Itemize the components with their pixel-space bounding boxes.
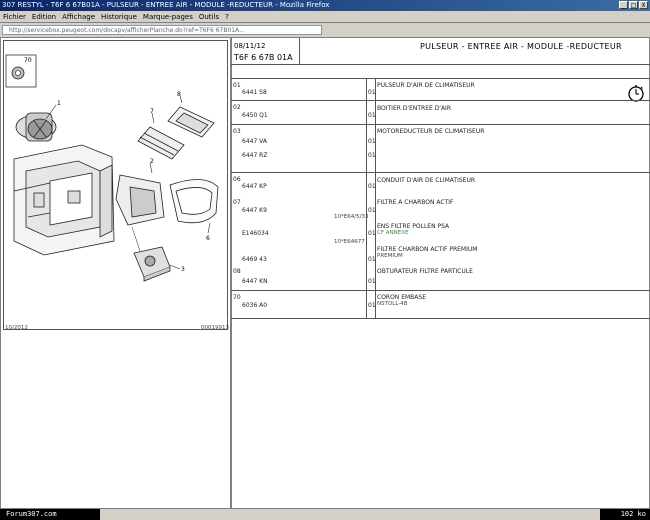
callout-6: 6 — [206, 235, 210, 242]
menu-marque-pages[interactable]: Marque-pages — [143, 11, 193, 22]
part-code[interactable]: 6447 VA — [242, 138, 267, 145]
part-num: 01 — [233, 82, 241, 89]
row-divider — [231, 290, 650, 291]
part-code[interactable]: 6441 S8 — [242, 89, 267, 96]
menu-affichage[interactable]: Affichage — [62, 11, 95, 22]
leader-line — [207, 222, 211, 234]
diagram-code: 00019913 — [201, 325, 229, 331]
window-title: 307 RESTYL - T6F 6 67B01A - PULSEUR - EN… — [2, 1, 330, 9]
part-qty: 01 — [368, 207, 376, 214]
part-desc: CORON EMBASE — [377, 294, 426, 301]
part-code[interactable]: E146034 — [242, 230, 269, 237]
callout-1: 1 — [57, 100, 61, 107]
part-num: 07 — [233, 199, 241, 206]
menu-help[interactable]: ? — [225, 11, 229, 22]
exploded-diagram-frame: 70 1 7 8 2 6 3 — [3, 40, 228, 330]
diagram-date: 10/2012 — [5, 325, 28, 331]
list-date: 08/11/12 — [234, 42, 266, 50]
part-desc: BOITIER D'ENTREE D'AIR — [377, 105, 451, 112]
window-controls: _ □ X — [619, 1, 648, 9]
url-input[interactable]: http://servicebox.peugeot.com/docapv/aff… — [2, 25, 322, 35]
part-note: NSTOLL-4B — [377, 301, 408, 307]
row-divider — [231, 124, 650, 125]
part-qty: 01 — [368, 256, 376, 263]
part-code[interactable]: 6447 KP — [242, 183, 267, 190]
callout-2: 2 — [150, 158, 154, 165]
part-desc: PULSEUR D'AIR DE CLIMATISEUR — [377, 82, 475, 89]
part-desc: FILTRE CHARBON ACTIF PREMIUM — [377, 246, 478, 253]
window-titlebar: 307 RESTYL - T6F 6 67B01A - PULSEUR - EN… — [0, 0, 650, 11]
hvac-housing — [13, 144, 115, 256]
header-divider — [231, 64, 650, 65]
address-bar: http://servicebox.peugeot.com/docapv/aff… — [0, 23, 650, 37]
air-intake-box — [115, 174, 165, 226]
part-desc: ENS FILTRE POLLEN PSA — [377, 223, 450, 230]
part-desc: FILTRE A CHARBON ACTIF — [377, 199, 454, 206]
plate-reference: T6F 6 67B 01A — [234, 53, 293, 62]
maximize-button[interactable]: □ — [629, 1, 638, 9]
part-num: 02 — [233, 104, 241, 111]
part-code[interactable]: 6469 43 — [242, 256, 267, 263]
part-num: 70 — [233, 294, 241, 301]
menu-bar: Fichier Edition Affichage Historique Mar… — [0, 11, 650, 23]
part-desc: CONDUIT D'AIR DE CLIMATISEUR — [377, 177, 476, 184]
part-code[interactable]: 6447 RZ — [242, 152, 267, 159]
part-qty: 01 — [368, 278, 376, 285]
qty-column-divider — [366, 78, 367, 318]
part-extra-code: 10*E64677 — [334, 239, 365, 245]
callout-8: 8 — [177, 91, 181, 98]
part-qty: 01 — [368, 152, 376, 159]
leader-line — [169, 264, 181, 270]
menu-historique[interactable]: Historique — [101, 11, 137, 22]
close-button[interactable]: X — [639, 1, 648, 9]
diagram-panel: 70 1 7 8 2 6 3 10/2012 00019913 — [0, 37, 231, 509]
menu-fichier[interactable]: Fichier — [3, 11, 26, 22]
actuator-motor — [133, 246, 171, 282]
part-code[interactable]: 6450 Q1 — [242, 112, 268, 119]
row-divider — [231, 172, 650, 173]
status-spacer — [100, 509, 600, 520]
header-column-divider — [299, 38, 300, 64]
part-code[interactable]: 6447 KN — [242, 278, 268, 285]
status-bar: Forum307.com 102 ko — [0, 509, 650, 520]
plate-title: PULSEUR - ENTREE AIR - MODULE -REDUCTEUR — [420, 42, 622, 51]
part-num: 08 — [233, 268, 241, 275]
part-note: PREMIUM — [377, 253, 403, 259]
minimize-button[interactable]: _ — [619, 1, 628, 9]
part-num: 06 — [233, 176, 241, 183]
status-size: 102 ko — [620, 510, 646, 518]
part-qty: 01 — [368, 302, 376, 309]
part-qty: 01 — [368, 230, 376, 237]
part-qty: 01 — [368, 89, 376, 96]
filter-frame — [167, 106, 215, 138]
table-top-line — [231, 78, 650, 79]
part-note-link[interactable]: CF ANNEXE — [377, 230, 408, 236]
callout-3: 3 — [181, 266, 185, 273]
status-left-text: Forum307.com — [6, 510, 57, 518]
exploded-diagram: 70 1 7 8 2 6 3 — [5, 54, 219, 282]
part-qty: 01 — [368, 138, 376, 145]
part-extra-code: 10*E64/5/33 — [334, 214, 369, 220]
part-num: 03 — [233, 128, 241, 135]
part-code[interactable]: 6036 A0 — [242, 302, 267, 309]
menu-outils[interactable]: Outils — [199, 11, 219, 22]
callout-70: 70 — [24, 57, 32, 64]
blower-fan — [15, 112, 57, 142]
part-qty: 01 — [368, 183, 376, 190]
part-code[interactable]: 6447 K9 — [242, 207, 267, 214]
row-divider — [231, 100, 650, 101]
callout-7: 7 — [150, 108, 154, 115]
screw-part-icon — [11, 66, 25, 80]
table-bottom-line — [231, 318, 650, 319]
part-qty: 01 — [368, 112, 376, 119]
part-desc: MOTOREDUCTEUR DE CLIMATISEUR — [377, 128, 485, 135]
air-duct — [169, 179, 219, 224]
filter-cartridge — [137, 126, 185, 160]
menu-edition[interactable]: Edition — [32, 11, 56, 22]
wire — [131, 226, 141, 252]
part-desc: OBTURATEUR FILTRE PARTICULE — [377, 268, 473, 275]
